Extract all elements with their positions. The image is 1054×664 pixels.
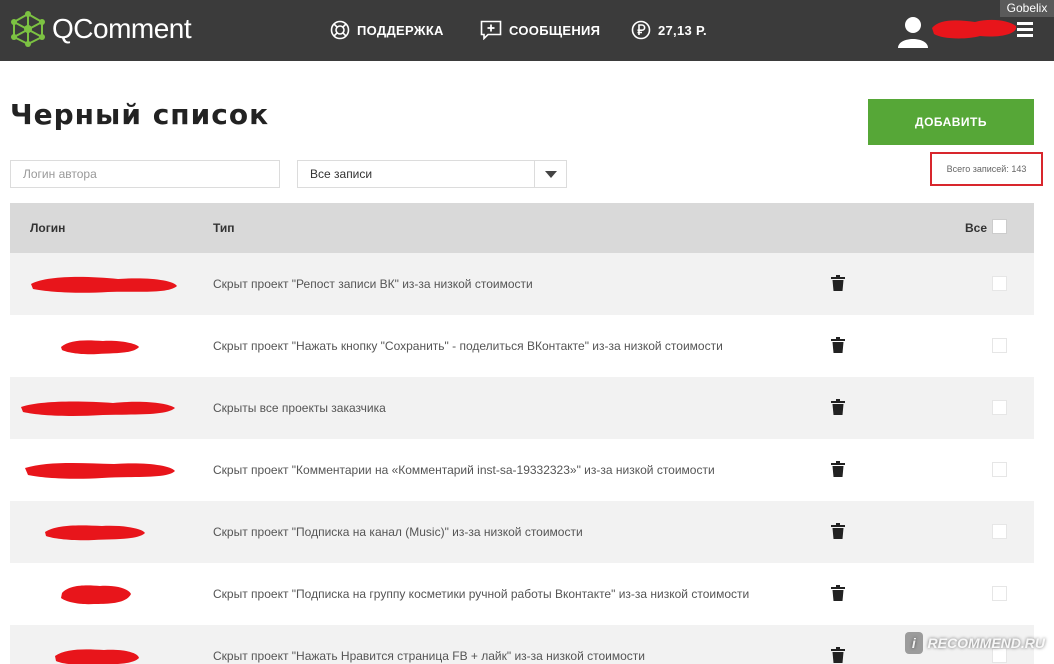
lifebuoy-icon — [330, 20, 350, 40]
row-checkbox[interactable] — [992, 462, 1007, 477]
column-header-type: Тип — [213, 221, 235, 235]
redacted-login — [55, 649, 139, 664]
table-header: Логин Тип Все — [10, 203, 1034, 253]
redacted-login — [21, 401, 175, 416]
chevron-down-icon[interactable] — [534, 161, 566, 187]
trash-icon[interactable] — [831, 585, 845, 601]
add-button[interactable]: ДОБАВИТЬ — [868, 99, 1034, 145]
table-row: Скрыт проект "Репост записи ВК" из-за ни… — [10, 253, 1034, 315]
logo-text: QComment — [52, 13, 192, 44]
redacted-login — [31, 276, 177, 293]
table-row: Скрыт проект "Нажать кнопку "Сохранить" … — [10, 315, 1034, 377]
user-avatar-icon[interactable] — [896, 14, 930, 48]
table-row: Скрыт проект "Комментарии на «Комментари… — [10, 439, 1034, 501]
redacted-login — [61, 340, 139, 355]
nav-balance[interactable]: 27,13 Р. — [631, 17, 707, 43]
nav-messages[interactable]: СООБЩЕНИЯ — [480, 17, 600, 43]
row-checkbox[interactable] — [992, 586, 1007, 601]
trash-icon[interactable] — [831, 523, 845, 539]
row-type-text: Скрыт проект "Подписка на группу космети… — [213, 587, 750, 601]
table-row: Скрыт проект "Подписка на канал (Music)"… — [10, 501, 1034, 563]
records-type-select[interactable]: Все записи — [297, 160, 567, 188]
row-type-text: Скрыт проект "Подписка на канал (Music)"… — [213, 525, 583, 539]
watermark-username: Gobelix — [1000, 0, 1054, 17]
column-header-all: Все — [965, 221, 988, 235]
recommend-watermark-text: RECOMMEND.RU — [927, 635, 1045, 651]
recommend-logo-icon: i — [905, 632, 923, 654]
table-row: Скрыт проект "Подписка на группу космети… — [10, 563, 1034, 625]
trash-icon[interactable] — [831, 647, 845, 663]
redacted-login — [45, 525, 145, 541]
row-checkbox[interactable] — [992, 276, 1007, 291]
logo[interactable]: QComment — [10, 10, 192, 48]
records-type-select-value: Все записи — [310, 167, 373, 181]
page-title: Черный список — [10, 98, 270, 131]
table-row: Скрыт проект "Нажать Нравится страница F… — [10, 625, 1034, 664]
row-checkbox[interactable] — [992, 524, 1007, 539]
table-row: Скрыты все проекты заказчика — [10, 377, 1034, 439]
nav-support[interactable]: ПОДДЕРЖКА — [330, 17, 444, 43]
trash-icon[interactable] — [831, 461, 845, 477]
redacted-login — [25, 462, 175, 479]
trash-icon[interactable] — [831, 337, 845, 353]
logo-network-icon — [11, 11, 45, 47]
redacted-username — [932, 19, 1017, 39]
row-type-text: Скрыт проект "Комментарии на «Комментари… — [213, 463, 715, 477]
row-type-text: Скрыт проект "Нажать Нравится страница F… — [213, 649, 645, 663]
row-checkbox[interactable] — [992, 400, 1007, 415]
ruble-icon — [631, 20, 651, 40]
total-records-counter: Всего записей: 143 — [930, 152, 1043, 186]
nav-messages-label: СООБЩЕНИЯ — [509, 22, 601, 38]
trash-icon[interactable] — [831, 399, 845, 415]
message-add-icon — [480, 20, 502, 40]
row-checkbox[interactable] — [992, 338, 1007, 353]
top-navigation-bar: QComment ПОДДЕРЖКА СООБЩЕНИЯ 27,13 Р. Go… — [0, 0, 1054, 61]
row-type-text: Скрыты все проекты заказчика — [213, 401, 386, 415]
trash-icon[interactable] — [831, 275, 845, 291]
blacklist-table: Логин Тип Все Скрыт проект "Репост запис… — [10, 203, 1034, 664]
select-all-checkbox[interactable] — [992, 219, 1007, 234]
row-type-text: Скрыт проект "Нажать кнопку "Сохранить" … — [213, 339, 723, 353]
total-records-text: Всего записей: 143 — [946, 164, 1027, 174]
hamburger-menu-icon[interactable] — [1017, 22, 1033, 38]
nav-balance-label: 27,13 Р. — [658, 22, 707, 38]
author-login-input[interactable] — [10, 160, 280, 188]
nav-support-label: ПОДДЕРЖКА — [357, 22, 444, 38]
column-header-login: Логин — [30, 221, 66, 235]
row-type-text: Скрыт проект "Репост записи ВК" из-за ни… — [213, 277, 533, 291]
redacted-login — [61, 585, 131, 605]
recommend-watermark: i RECOMMEND.RU — [905, 630, 1045, 656]
